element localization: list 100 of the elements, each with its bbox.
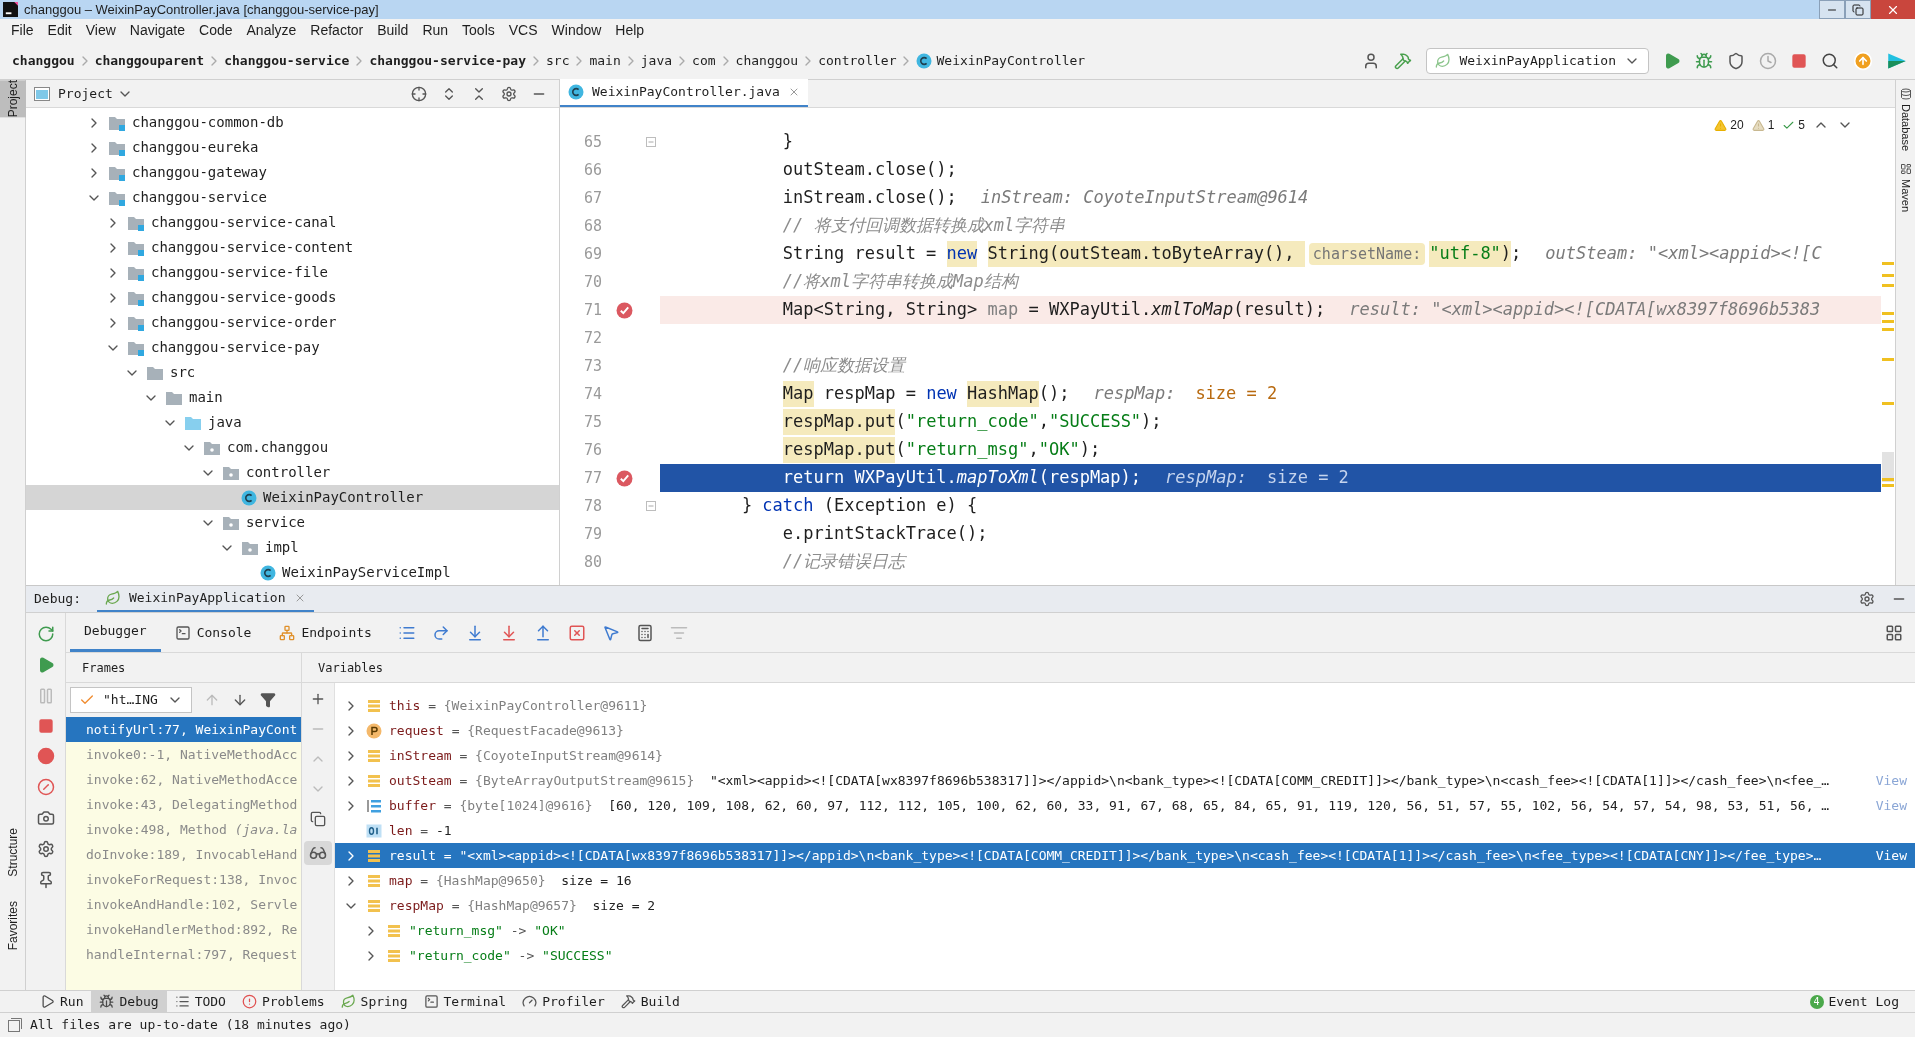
tool-window-button[interactable]: Debug xyxy=(91,991,167,1012)
view-link[interactable]: View xyxy=(1875,845,1907,866)
breadcrumb-item[interactable]: main xyxy=(589,50,621,71)
editor-tab[interactable]: WeixinPayController.java xyxy=(560,79,808,107)
debug-tab[interactable]: Console xyxy=(160,613,266,652)
debug-icon[interactable] xyxy=(1695,51,1713,70)
tool-window-button[interactable]: Spring xyxy=(332,991,416,1012)
menu-item[interactable]: Analyze xyxy=(239,20,304,41)
debug-tab[interactable]: Endpoints xyxy=(265,613,386,652)
tree-item[interactable]: com.changgou xyxy=(26,435,559,460)
tree-item[interactable]: WeixinPayController xyxy=(26,485,559,510)
menu-item[interactable]: Refactor xyxy=(303,20,371,41)
tool-window-button[interactable]: TODO xyxy=(166,991,234,1012)
variable-row[interactable]: len = -1 xyxy=(335,818,1915,843)
glasses-icon[interactable] xyxy=(304,841,332,865)
menu-item[interactable]: Run xyxy=(415,20,456,41)
coverage-icon[interactable] xyxy=(1727,51,1745,70)
maximize-button[interactable] xyxy=(1845,0,1871,19)
step-over-icon[interactable] xyxy=(431,623,450,642)
settings-icon[interactable] xyxy=(501,85,517,102)
variable-row[interactable]: outSteam = {ByteArrayOutputStream@9615} "<xml><appid><![CDATA[wx8397f8696b538317]]></appid>\n<bank_type><![CDATA[COMM_CREDIT]]></bank_type>\n<cash_fee><![CDATA[1]]></cash_fee>\n<fee_… View xyxy=(335,768,1915,793)
run-configuration-dropdown[interactable]: WeixinPayApplication xyxy=(1426,47,1649,74)
camera-icon[interactable] xyxy=(36,809,55,827)
debug-tab[interactable]: Debugger xyxy=(70,613,161,652)
breadcrumb-item[interactable]: changgouparent xyxy=(94,50,205,71)
stop-icon[interactable] xyxy=(1791,52,1807,69)
event-log-button[interactable]: 4 Event Log xyxy=(1809,991,1899,1012)
breadcrumb-item[interactable]: changgou-service-pay xyxy=(369,50,526,71)
side-tab[interactable]: Structure xyxy=(0,827,26,877)
variable-row[interactable]: this = {WeixinPayController@9611} xyxy=(335,693,1915,718)
tool-window-button[interactable]: Profiler xyxy=(514,991,613,1012)
settings-icon[interactable] xyxy=(36,840,55,858)
side-tab[interactable]: Favorites xyxy=(0,900,26,950)
rerun-icon[interactable] xyxy=(36,625,55,643)
breakpoint-icon[interactable] xyxy=(615,301,633,319)
tree-item[interactable]: changgou-service-goods xyxy=(26,285,559,310)
menu-item[interactable]: Tools xyxy=(455,20,502,41)
fold-marker-icon[interactable] xyxy=(646,137,656,147)
debug-session-tab[interactable]: WeixinPayApplication xyxy=(96,586,314,612)
tree-item[interactable]: changgou-service-order xyxy=(26,310,559,335)
breadcrumb-item[interactable]: java xyxy=(640,50,673,71)
tool-window-button[interactable]: Build xyxy=(612,991,688,1012)
breadcrumb-item[interactable]: changgou xyxy=(735,50,799,71)
tool-window-button[interactable]: Problems xyxy=(233,991,333,1012)
inspection-counter[interactable]: 1 xyxy=(1751,116,1775,134)
hammer-icon[interactable] xyxy=(1394,51,1413,70)
variable-row[interactable]: respMap = {HashMap@9657} size = 2 xyxy=(335,893,1915,918)
menu-item[interactable]: Build xyxy=(370,20,416,41)
frame-item[interactable]: notifyUrl:77, WeixinPayCont xyxy=(66,717,301,742)
stop-icon[interactable] xyxy=(37,718,54,734)
tool-window-button[interactable]: Run xyxy=(32,991,92,1012)
filter-icon[interactable] xyxy=(260,692,276,708)
tree-item[interactable]: WeixinPayServiceImpl xyxy=(26,560,559,585)
inspection-counter[interactable]: 5 xyxy=(1782,116,1805,134)
variable-row[interactable]: result = "<xml><appid><![CDATA[wx8397f8696b538317]]></appid>\n<bank_type><![CDATA[COMM_CREDIT]]></bank_type>\n<cash_fee><![CDATA[1]]></cash_fee>\n<fee_type><![CDATA[CNY]]></fee_type>… View xyxy=(335,843,1915,868)
breakpoint-icon[interactable] xyxy=(615,469,633,487)
menu-item[interactable]: Window xyxy=(544,20,609,41)
breadcrumb-item[interactable]: src xyxy=(546,50,570,71)
menu-item[interactable]: Navigate xyxy=(122,20,193,41)
tree-item[interactable]: main xyxy=(26,385,559,410)
side-tab[interactable]: Database xyxy=(1897,88,1914,152)
inspection-counter[interactable]: 20 xyxy=(1714,116,1744,134)
run-to-cursor-icon[interactable] xyxy=(601,623,620,642)
thread-dropdown[interactable]: "ht…ING xyxy=(70,687,192,713)
mute-breakpoints-icon[interactable] xyxy=(36,778,55,796)
tree-item[interactable]: src xyxy=(26,360,559,385)
breadcrumb-item[interactable]: changgou xyxy=(12,50,75,71)
tree-item[interactable]: java xyxy=(26,410,559,435)
tree-item[interactable]: changgou-service-pay xyxy=(26,335,559,360)
menu-item[interactable]: Edit xyxy=(40,20,79,41)
menu-item[interactable]: File xyxy=(4,20,41,41)
variable-row[interactable]: "return_msg" -> "OK" xyxy=(335,918,1915,943)
tree-item[interactable]: changgou-common-db xyxy=(26,110,559,135)
variable-row[interactable]: request = {RequestFacade@9613} xyxy=(335,718,1915,743)
breadcrumb-item[interactable]: changgou-service xyxy=(224,50,350,71)
minimize-button[interactable] xyxy=(1819,0,1845,19)
variable-row[interactable]: "return_code" -> "SUCCESS" xyxy=(335,943,1915,968)
menu-item[interactable]: VCS xyxy=(501,20,545,41)
tree-item[interactable]: impl xyxy=(26,535,559,560)
variable-row[interactable]: buffer = {byte[1024]@9616} [60, 120, 109, 108, 62, 60, 97, 112, 112, 105, 100, 62, 60, 33, 91, 67, 68, 65, 84, 65, 91, 119, 120, 56, 51, 57, 55, 102, 56, 54, 57, 54, 98, 53, 51, 56, … View xyxy=(335,793,1915,818)
add-watch-icon[interactable] xyxy=(310,691,326,707)
tree-item[interactable]: changgou-service-content xyxy=(26,235,559,260)
side-tab[interactable]: Project xyxy=(0,80,26,118)
tree-item[interactable]: changgou-gateway xyxy=(26,160,559,185)
search-icon[interactable] xyxy=(1821,51,1839,70)
project-view-dropdown[interactable]: Project xyxy=(58,83,133,104)
tree-item[interactable]: service xyxy=(26,510,559,535)
tree-item[interactable]: changgou-service-canal xyxy=(26,210,559,235)
drop-frame-icon[interactable] xyxy=(567,623,586,642)
variable-row[interactable]: inStream = {CoyoteInputStream@9614} xyxy=(335,743,1915,768)
tree-item[interactable]: changgou-eureka xyxy=(26,135,559,160)
locate-icon[interactable] xyxy=(411,85,427,102)
tree-item[interactable]: changgou-service xyxy=(26,185,559,210)
settings-icon[interactable] xyxy=(1859,591,1875,607)
menu-item[interactable]: Help xyxy=(608,20,652,41)
variable-row[interactable]: map = {HashMap@9650} size = 16 xyxy=(335,868,1915,893)
breakpoints-icon[interactable] xyxy=(36,747,55,765)
run-icon[interactable] xyxy=(1663,51,1681,70)
layout-icon[interactable] xyxy=(1885,623,1903,642)
copy-icon[interactable] xyxy=(310,811,326,827)
